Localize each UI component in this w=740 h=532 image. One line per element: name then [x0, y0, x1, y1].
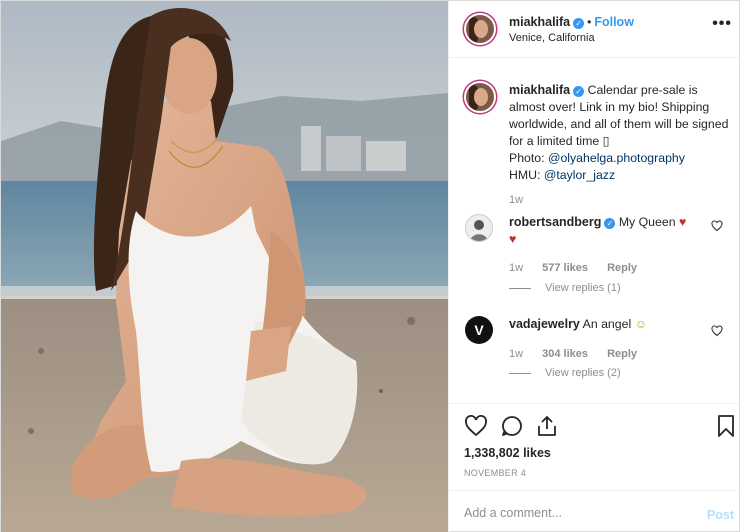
view-replies[interactable]: View replies (2) [509, 367, 621, 379]
post-date[interactable]: NOVEMBER 4 [464, 468, 526, 478]
header-name-row: miakhalifa ✓ • Follow [509, 15, 634, 29]
post-header: miakhalifa ✓ • Follow Venice, California ••… [449, 1, 740, 58]
comment-text: My Queen [618, 215, 676, 229]
comment-time[interactable]: 1w [509, 262, 523, 274]
bookmark-icon[interactable] [715, 414, 737, 441]
reply-button[interactable]: Reply [607, 262, 637, 274]
view-replies[interactable]: View replies (1) [509, 282, 621, 294]
follow-button[interactable]: Follow [594, 15, 634, 29]
heart-emoji-icon: ♥ [678, 215, 687, 229]
reply-button[interactable]: Reply [607, 348, 637, 360]
comment-like-heart-icon[interactable] [711, 220, 723, 232]
caption-username[interactable]: miakhalifa [509, 83, 570, 97]
comment-meta: 1w 577 likes Reply [509, 262, 653, 274]
author-avatar[interactable] [464, 13, 496, 45]
heart-icon[interactable] [464, 414, 488, 441]
photo-credit-mention[interactable]: @olyahelga.photography [548, 151, 685, 165]
comment-likes[interactable]: 304 likes [542, 348, 588, 360]
separator-dot: • [587, 15, 592, 29]
add-comment-input[interactable] [464, 506, 684, 520]
post-sidebar: miakhalifa ✓ • Follow Venice, California ••… [448, 1, 740, 532]
like-count[interactable]: 1,338,802 likes [464, 446, 551, 460]
caption-avatar[interactable] [464, 81, 496, 113]
smile-emoji-icon: ☺ [634, 317, 648, 331]
replies-divider [509, 287, 531, 289]
view-replies-label[interactable]: View replies (2) [545, 367, 621, 379]
avatar-face [474, 20, 488, 38]
post-frame: miakhalifa ✓ • Follow Venice, California ••… [0, 0, 740, 532]
caption-timestamp[interactable]: 1w [509, 194, 523, 206]
view-replies-label[interactable]: View replies (1) [545, 282, 621, 294]
photo-credit-label: Photo: [509, 151, 545, 165]
post-comment-button[interactable]: Post [707, 508, 734, 522]
post-actions: 1,338,802 likes NOVEMBER 4 Post [449, 403, 740, 532]
comment-avatar[interactable]: V [465, 316, 493, 344]
verified-icon: ✓ [573, 18, 585, 29]
comment-body: vadajewelry An angel ☺ [509, 316, 714, 333]
add-comment-bar: Post [449, 490, 740, 532]
comment-text: An angel [582, 317, 632, 331]
post-photo-illustration [1, 1, 448, 532]
post-caption: miakhalifa ✓ Calendar pre-sale is almost … [509, 82, 731, 184]
verified-icon: ✓ [573, 86, 585, 97]
comment-username[interactable]: robertsandberg [509, 215, 601, 229]
comment-likes[interactable]: 577 likes [542, 262, 588, 274]
comment-body: robertsandberg ✓ My Queen ♥ ♥ [509, 214, 714, 248]
heart-emoji-icon: ♥ [509, 232, 517, 246]
post-location[interactable]: Venice, California [509, 32, 595, 44]
comment-time[interactable]: 1w [509, 348, 523, 360]
comment-avatar-art [470, 220, 488, 241]
replies-divider [509, 372, 531, 374]
post-image[interactable] [1, 1, 448, 532]
avatar-face [474, 88, 488, 106]
share-icon[interactable] [535, 414, 559, 441]
comment-like-heart-icon[interactable] [711, 325, 723, 337]
comment-avatar[interactable] [465, 214, 493, 242]
comment-username[interactable]: vadajewelry [509, 317, 580, 331]
hmu-credit-label: HMU: [509, 168, 541, 182]
author-username[interactable]: miakhalifa [509, 15, 570, 29]
comment-icon[interactable] [500, 414, 524, 441]
verified-icon: ✓ [604, 218, 616, 229]
hmu-credit-mention[interactable]: @taylor_jazz [544, 168, 615, 182]
more-options-icon[interactable]: ••• [712, 15, 732, 33]
comment-meta: 1w 304 likes Reply [509, 348, 653, 360]
avatar-letter: V [474, 322, 484, 338]
